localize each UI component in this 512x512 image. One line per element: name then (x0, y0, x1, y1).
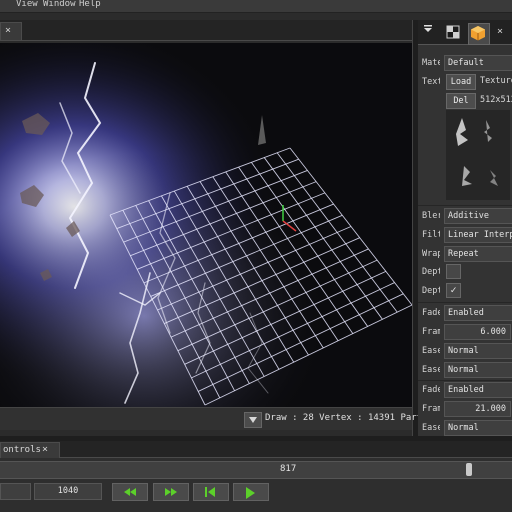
texture-icon[interactable] (444, 23, 464, 43)
separator (418, 205, 512, 206)
depth-test-label: Dept (422, 267, 440, 277)
separator (418, 302, 512, 303)
start-frame-input[interactable] (0, 483, 31, 500)
skip-to-start-button[interactable] (193, 483, 229, 501)
transport-bar: 1040 (0, 483, 512, 501)
load-button[interactable]: Load (446, 74, 476, 90)
properties-tab-strip: × (418, 20, 512, 45)
fade-in-ease-select[interactable]: Normal (444, 343, 512, 359)
fade-in-label: Fade (422, 308, 440, 318)
depth-test-checkbox[interactable] (446, 264, 461, 279)
menu-window[interactable]: Window (43, 0, 76, 9)
fade-in-frame-label: Fram (422, 327, 440, 337)
controls-tab-strip: ontrols × (0, 441, 512, 458)
texture-preview (446, 110, 510, 200)
properties-panel: × Mate Default Text Load Texture Del 512… (418, 20, 512, 436)
play-button[interactable] (233, 483, 269, 501)
current-frame: 817 (280, 464, 297, 474)
menu-view[interactable]: View (16, 0, 38, 9)
fade-out-frame-input[interactable]: 21.000 (444, 401, 511, 417)
filter-select[interactable]: Linear Interpol (444, 227, 512, 243)
filter-label: Filt (422, 230, 440, 240)
material-select[interactable]: Default (444, 55, 512, 71)
fade-in-select[interactable]: Enabled (444, 305, 512, 321)
fast-forward-icon (165, 488, 177, 496)
controls-tab[interactable]: ontrols × (0, 442, 60, 458)
wrap-select[interactable]: Repeat (444, 246, 512, 262)
blend-label: Bler (422, 211, 440, 221)
wrap-label: Wrap (422, 249, 440, 259)
fade-in-ease-select-2[interactable]: Normal (444, 362, 512, 378)
blend-select[interactable]: Additive (444, 208, 512, 224)
viewport-tab[interactable]: × (0, 22, 22, 40)
texture-label: Text (422, 77, 440, 87)
menu-bar: View Window Help (0, 0, 512, 13)
skip-to-start-icon (205, 487, 215, 497)
material-box-icon[interactable] (468, 23, 490, 45)
timeline-thumb[interactable] (466, 463, 472, 476)
texture-name: Texture (480, 76, 512, 86)
particle-preview (0, 43, 412, 407)
fade-in-ease-label: Ease (422, 346, 440, 356)
material-label: Mate (422, 58, 440, 68)
end-frame-input[interactable]: 1040 (34, 483, 102, 500)
view-mode-dropdown[interactable] (244, 412, 262, 428)
fade-out-label: Fade (422, 385, 440, 395)
close-icon[interactable]: × (42, 442, 48, 458)
separator (418, 380, 512, 381)
rewind-icon (124, 488, 136, 496)
menu-help[interactable]: Help (79, 0, 101, 9)
particle-settings-icon[interactable] (421, 23, 441, 43)
fade-out-select[interactable]: Enabled (444, 382, 512, 398)
close-icon[interactable]: × (497, 24, 503, 40)
fade-out-ease-select[interactable]: Normal (444, 420, 512, 436)
fade-in-frame-input[interactable]: 6.000 (444, 324, 511, 340)
viewport-3d[interactable] (0, 43, 412, 407)
fast-forward-button[interactable] (153, 483, 189, 501)
texture-size: 512x512 (480, 95, 512, 105)
viewport-status-bar: Draw : 28 Vertex : 14391 Particle : (0, 407, 455, 430)
close-icon[interactable]: × (5, 23, 11, 39)
viewport-tab-strip: × (0, 20, 418, 41)
depth-write-checkbox[interactable]: ✓ (446, 283, 461, 298)
depth-write-label: Dept (422, 286, 440, 296)
fade-out-ease-label: Ease (422, 423, 440, 433)
fade-in-ease-label-2: Ease (422, 365, 440, 375)
fade-out-frame-label: Fram (422, 404, 440, 414)
rewind-button[interactable] (112, 483, 148, 501)
controls-tab-label: ontrols (3, 445, 41, 455)
play-icon (246, 487, 255, 499)
delete-texture-button[interactable]: Del (446, 93, 476, 109)
timeline-slider[interactable]: 817 (0, 461, 512, 479)
